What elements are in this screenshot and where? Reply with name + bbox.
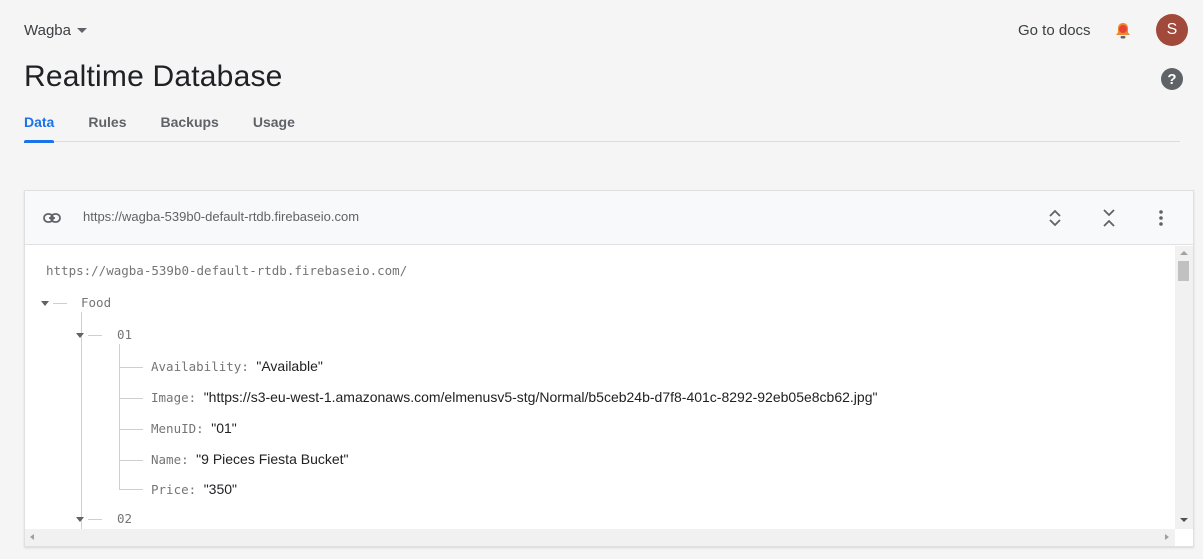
tree-leaf[interactable]: Availability: "Available" [151, 358, 323, 374]
tree-leaf[interactable]: MenuID: "01" [151, 420, 237, 436]
tree-connector [119, 398, 143, 399]
page-title: Realtime Database [24, 60, 283, 93]
tab-usage[interactable]: Usage [253, 104, 295, 142]
project-selector[interactable]: Wagba [24, 22, 87, 39]
scroll-right-icon[interactable] [1165, 534, 1169, 540]
database-panel: https://wagba-539b0-default-rtdb.firebas… [24, 190, 1194, 547]
collapse-triangle-icon[interactable] [76, 333, 84, 338]
tree-leaf[interactable]: Name: "9 Pieces Fiesta Bucket" [151, 451, 349, 467]
tree-connector [119, 344, 120, 489]
tree-connector [53, 303, 67, 304]
help-icon[interactable]: ? [1161, 68, 1183, 90]
go-to-docs-link[interactable]: Go to docs [1018, 22, 1091, 39]
tree-node-01[interactable]: 01 [117, 327, 132, 342]
scroll-left-icon[interactable] [30, 534, 34, 540]
chevron-down-icon [76, 28, 87, 33]
horizontal-scrollbar[interactable] [25, 529, 1175, 546]
more-options-icon[interactable] [1150, 206, 1172, 230]
tree-connector [119, 367, 143, 368]
top-bar: Wagba Go to docs S [0, 0, 1203, 60]
tree-node-food[interactable]: Food [81, 295, 111, 310]
scroll-down-icon[interactable] [1180, 518, 1188, 522]
tree-connector [81, 312, 82, 529]
avatar[interactable]: S [1156, 14, 1188, 46]
tab-rules[interactable]: Rules [88, 104, 126, 142]
tree-leaf[interactable]: Image: "https://s3-eu-west-1.amazonaws.c… [151, 389, 877, 405]
tree-connector [119, 460, 143, 461]
data-tree: https://wagba-539b0-default-rtdb.firebas… [25, 246, 1175, 529]
collapse-triangle-icon[interactable] [41, 301, 49, 306]
scrollbar-thumb[interactable] [1178, 261, 1189, 281]
tree-leaf[interactable]: Price: "350" [151, 481, 237, 497]
link-icon [43, 213, 61, 223]
tree-connector [119, 429, 143, 430]
collapse-all-icon[interactable] [1098, 206, 1120, 230]
tree-connector [119, 489, 143, 490]
tab-data[interactable]: Data [24, 104, 55, 143]
tab-backups[interactable]: Backups [160, 104, 218, 142]
database-url[interactable]: https://wagba-539b0-default-rtdb.firebas… [83, 209, 359, 224]
root-url[interactable]: https://wagba-539b0-default-rtdb.firebas… [46, 263, 407, 278]
tree-node-02[interactable]: 02 [117, 511, 132, 526]
vertical-scrollbar[interactable] [1175, 246, 1193, 529]
collapse-triangle-icon[interactable] [76, 517, 84, 522]
tree-connector [88, 519, 102, 520]
tree-connector [88, 335, 102, 336]
tab-bar: Data Rules Backups Usage [24, 104, 1180, 143]
expand-all-icon[interactable] [1044, 206, 1066, 230]
notification-bell-icon[interactable] [1112, 20, 1134, 42]
database-url-bar: https://wagba-539b0-default-rtdb.firebas… [25, 191, 1193, 245]
project-name: Wagba [24, 22, 71, 39]
scroll-up-icon[interactable] [1180, 251, 1188, 255]
